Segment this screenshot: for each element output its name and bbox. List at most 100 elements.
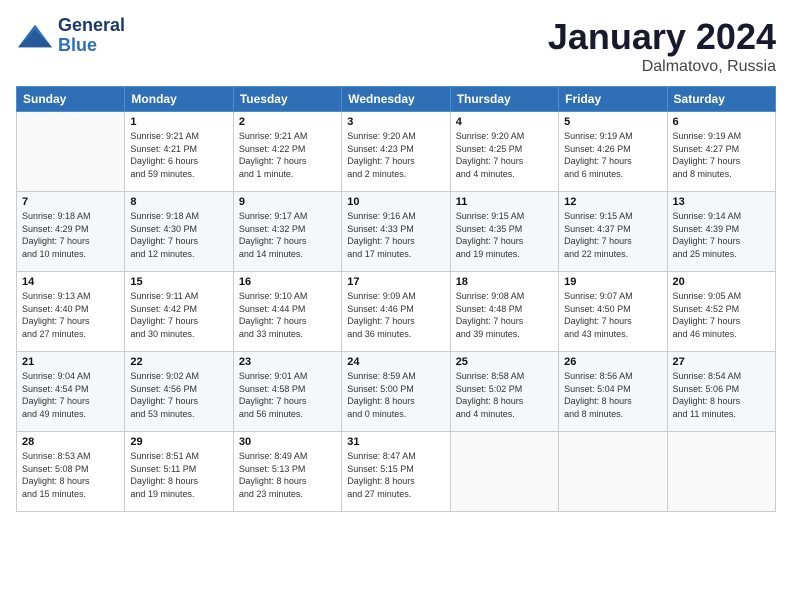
day-number: 26 (564, 356, 661, 368)
calendar-cell: 30Sunrise: 8:49 AMSunset: 5:13 PMDayligh… (233, 432, 341, 512)
calendar-cell: 7Sunrise: 9:18 AMSunset: 4:29 PMDaylight… (17, 192, 125, 272)
day-number: 3 (347, 116, 444, 128)
day-detail: Sunrise: 8:54 AMSunset: 5:06 PMDaylight:… (673, 370, 770, 420)
calendar-cell: 11 Sunrise: 9:15 AMSunset: 4:35 PMDayligh… (450, 192, 558, 272)
calendar-cell: 31 Sunrise: 8:47 AMSunset: 5:15 PMDayligh… (342, 432, 450, 512)
col-monday: Monday (125, 87, 233, 112)
calendar-cell: 27Sunrise: 8:54 AMSunset: 5:06 PMDayligh… (667, 352, 775, 432)
calendar-cell: 6 Sunrise: 9:19 AMSunset: 4:27 PMDaylight… (667, 112, 775, 192)
day-detail: Sunrise: 9:20 AMSunset: 4:23 PMDaylight:… (347, 130, 444, 180)
calendar-cell (450, 432, 558, 512)
day-detail: Sunrise: 9:17 AMSunset: 4:32 PMDaylight:… (239, 210, 336, 260)
day-number: 28 (22, 436, 119, 448)
calendar-week-3: 14 Sunrise: 9:13 AMSunset: 4:40 PMDayligh… (17, 272, 776, 352)
day-detail: Sunrise: 9:11 AMSunset: 4:42 PMDaylight:… (130, 290, 227, 340)
day-number: 7 (22, 196, 119, 208)
day-number: 18 (456, 276, 553, 288)
page: General Blue January 2024 Dalmatovo, Rus… (0, 0, 792, 612)
day-detail: Sunrise: 9:19 AMSunset: 4:26 PMDaylight:… (564, 130, 661, 180)
day-detail: Sunrise: 9:15 AMSunset: 4:37 PMDaylight:… (564, 210, 661, 260)
day-detail: Sunrise: 8:56 AMSunset: 5:04 PMDaylight:… (564, 370, 661, 420)
col-wednesday: Wednesday (342, 87, 450, 112)
calendar-cell: 19Sunrise: 9:07 AMSunset: 4:50 PMDayligh… (559, 272, 667, 352)
day-number: 2 (239, 116, 336, 128)
day-detail: Sunrise: 9:02 AMSunset: 4:56 PMDaylight:… (130, 370, 227, 420)
logo: General Blue (16, 16, 125, 56)
day-number: 11 (456, 196, 553, 208)
day-detail: Sunrise: 9:19 AMSunset: 4:27 PMDaylight:… (673, 130, 770, 180)
day-number: 17 (347, 276, 444, 288)
calendar-cell: 16 Sunrise: 9:10 AMSunset: 4:44 PMDayligh… (233, 272, 341, 352)
day-number: 23 (239, 356, 336, 368)
day-number: 31 (347, 436, 444, 448)
day-number: 29 (130, 436, 227, 448)
calendar-cell: 9 Sunrise: 9:17 AMSunset: 4:32 PMDaylight… (233, 192, 341, 272)
day-detail: Sunrise: 9:15 AMSunset: 4:35 PMDaylight:… (456, 210, 553, 260)
calendar-cell: 8Sunrise: 9:18 AMSunset: 4:30 PMDaylight… (125, 192, 233, 272)
col-tuesday: Tuesday (233, 87, 341, 112)
day-number: 15 (130, 276, 227, 288)
calendar-week-4: 21 Sunrise: 9:04 AMSunset: 4:54 PMDayligh… (17, 352, 776, 432)
day-detail: Sunrise: 8:47 AMSunset: 5:15 PMDaylight:… (347, 450, 444, 500)
calendar-week-2: 7Sunrise: 9:18 AMSunset: 4:29 PMDaylight… (17, 192, 776, 272)
day-detail: Sunrise: 8:51 AMSunset: 5:11 PMDaylight:… (130, 450, 227, 500)
day-number: 16 (239, 276, 336, 288)
calendar-week-5: 28Sunrise: 8:53 AMSunset: 5:08 PMDayligh… (17, 432, 776, 512)
calendar-cell: 5 Sunrise: 9:19 AMSunset: 4:26 PMDaylight… (559, 112, 667, 192)
col-friday: Friday (559, 87, 667, 112)
calendar-cell: 4 Sunrise: 9:20 AMSunset: 4:25 PMDaylight… (450, 112, 558, 192)
calendar-cell (667, 432, 775, 512)
day-number: 13 (673, 196, 770, 208)
day-number: 1 (130, 116, 227, 128)
day-detail: Sunrise: 9:13 AMSunset: 4:40 PMDaylight:… (22, 290, 119, 340)
calendar-week-1: 1 Sunrise: 9:21 AMSunset: 4:21 PMDaylight… (17, 112, 776, 192)
calendar-cell: 29 Sunrise: 8:51 AMSunset: 5:11 PMDayligh… (125, 432, 233, 512)
day-detail: Sunrise: 9:04 AMSunset: 4:54 PMDaylight:… (22, 370, 119, 420)
day-number: 25 (456, 356, 553, 368)
calendar-cell: 18 Sunrise: 9:08 AMSunset: 4:48 PMDayligh… (450, 272, 558, 352)
day-detail: Sunrise: 9:21 AMSunset: 4:21 PMDaylight:… (130, 130, 227, 180)
calendar-cell: 20 Sunrise: 9:05 AMSunset: 4:52 PMDayligh… (667, 272, 775, 352)
day-detail: Sunrise: 9:09 AMSunset: 4:46 PMDaylight:… (347, 290, 444, 340)
day-detail: Sunrise: 9:20 AMSunset: 4:25 PMDaylight:… (456, 130, 553, 180)
day-detail: Sunrise: 9:16 AMSunset: 4:33 PMDaylight:… (347, 210, 444, 260)
day-detail: Sunrise: 9:18 AMSunset: 4:30 PMDaylight:… (130, 210, 227, 260)
header-row: Sunday Monday Tuesday Wednesday Thursday… (17, 87, 776, 112)
calendar-cell: 28Sunrise: 8:53 AMSunset: 5:08 PMDayligh… (17, 432, 125, 512)
day-detail: Sunrise: 9:10 AMSunset: 4:44 PMDaylight:… (239, 290, 336, 340)
calendar-cell: 25 Sunrise: 8:58 AMSunset: 5:02 PMDayligh… (450, 352, 558, 432)
calendar-header: Sunday Monday Tuesday Wednesday Thursday… (17, 87, 776, 112)
day-number: 9 (239, 196, 336, 208)
day-number: 30 (239, 436, 336, 448)
calendar-body: 1 Sunrise: 9:21 AMSunset: 4:21 PMDaylight… (17, 112, 776, 512)
day-detail: Sunrise: 9:21 AMSunset: 4:22 PMDaylight:… (239, 130, 336, 180)
calendar-cell: 15 Sunrise: 9:11 AMSunset: 4:42 PMDayligh… (125, 272, 233, 352)
calendar-cell: 22Sunrise: 9:02 AMSunset: 4:56 PMDayligh… (125, 352, 233, 432)
calendar-cell: 21 Sunrise: 9:04 AMSunset: 4:54 PMDayligh… (17, 352, 125, 432)
location: Dalmatovo, Russia (548, 58, 776, 76)
day-detail: Sunrise: 8:58 AMSunset: 5:02 PMDaylight:… (456, 370, 553, 420)
calendar-cell (559, 432, 667, 512)
day-detail: Sunrise: 9:05 AMSunset: 4:52 PMDaylight:… (673, 290, 770, 340)
logo-icon (16, 17, 54, 55)
day-number: 21 (22, 356, 119, 368)
day-number: 10 (347, 196, 444, 208)
title-section: January 2024 Dalmatovo, Russia (548, 16, 776, 76)
calendar-cell: 14 Sunrise: 9:13 AMSunset: 4:40 PMDayligh… (17, 272, 125, 352)
day-number: 5 (564, 116, 661, 128)
calendar-cell: 2 Sunrise: 9:21 AMSunset: 4:22 PMDaylight… (233, 112, 341, 192)
logo-general-text: General (58, 16, 125, 36)
day-number: 20 (673, 276, 770, 288)
logo-label: General Blue (58, 16, 125, 56)
day-detail: Sunrise: 9:07 AMSunset: 4:50 PMDaylight:… (564, 290, 661, 340)
col-thursday: Thursday (450, 87, 558, 112)
calendar-cell: 13Sunrise: 9:14 AMSunset: 4:39 PMDayligh… (667, 192, 775, 272)
calendar-cell: 12Sunrise: 9:15 AMSunset: 4:37 PMDayligh… (559, 192, 667, 272)
calendar-cell: 3 Sunrise: 9:20 AMSunset: 4:23 PMDaylight… (342, 112, 450, 192)
day-number: 4 (456, 116, 553, 128)
day-detail: Sunrise: 9:01 AMSunset: 4:58 PMDaylight:… (239, 370, 336, 420)
day-detail: Sunrise: 9:08 AMSunset: 4:48 PMDaylight:… (456, 290, 553, 340)
day-number: 6 (673, 116, 770, 128)
day-number: 14 (22, 276, 119, 288)
calendar-cell: 24Sunrise: 8:59 AMSunset: 5:00 PMDayligh… (342, 352, 450, 432)
